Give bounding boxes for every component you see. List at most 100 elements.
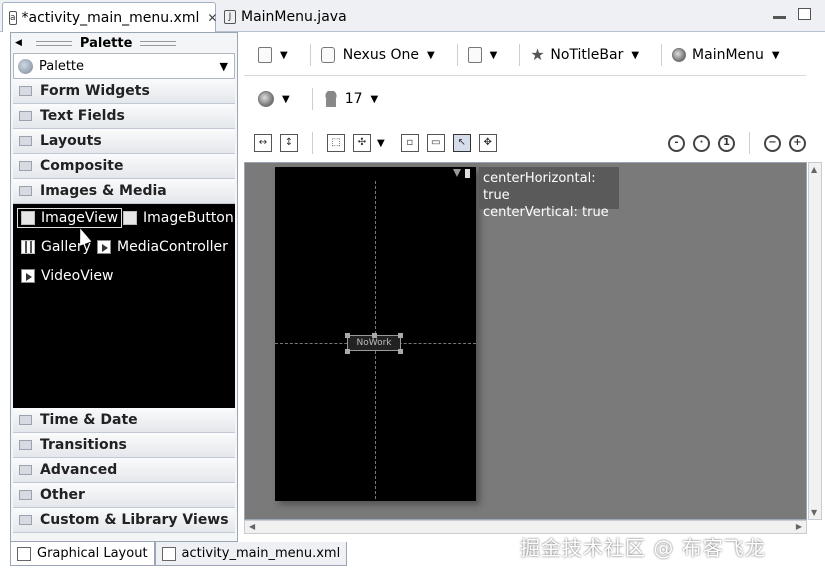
toolbar-divider [244, 75, 806, 76]
tooltip-line: centerHorizontal: true [483, 171, 596, 203]
chevron-down-icon[interactable]: ▼ [377, 138, 385, 149]
maximize-icon[interactable] [798, 8, 811, 20]
category-other[interactable]: Other [13, 483, 235, 508]
zoom-out-icon[interactable]: − [764, 134, 781, 152]
category-layouts[interactable]: Layouts [13, 129, 235, 154]
grip-icon[interactable] [35, 40, 72, 46]
widget-imageview[interactable]: ImageView [17, 208, 123, 228]
imagebutton-icon [123, 211, 137, 225]
category-advanced[interactable]: Advanced [13, 458, 235, 483]
images-media-widget-list: ImageView ImageButton Gallery MediaContr… [13, 204, 235, 408]
resize-handle[interactable] [398, 333, 403, 338]
resize-handle[interactable] [345, 333, 350, 338]
chevron-down-icon[interactable]: ▼ [282, 94, 290, 105]
show-layout-icon[interactable]: ▫ [400, 134, 419, 152]
status-bar [453, 169, 470, 178]
margins-icon[interactable]: ⬚ [327, 134, 345, 152]
separator [749, 132, 750, 154]
widget-label: ImageView [41, 210, 119, 226]
palette-selector-label: Palette [39, 58, 85, 74]
palette-selector[interactable]: Palette ▼ [13, 53, 235, 79]
separator [309, 44, 311, 66]
tab-mainmenu-java[interactable]: J MainMenu.java [218, 2, 388, 32]
chevron-down-icon[interactable]: ▼ [427, 50, 435, 61]
gravity-icon[interactable]: ✣ [353, 134, 371, 152]
category-images-media[interactable]: Images & Media [13, 179, 235, 204]
zoom-fit-icon[interactable]: - [668, 134, 685, 152]
separator [311, 88, 313, 110]
vertical-scrollbar[interactable]: ▲ ▼ [808, 162, 822, 520]
device-preview[interactable]: NoWork [275, 167, 476, 501]
activity-icon [672, 48, 687, 62]
tab-label: *activity_main_menu.xml [21, 9, 200, 26]
device-label[interactable]: Nexus One [343, 47, 419, 63]
widget-label: VideoView [41, 268, 114, 284]
resize-handle[interactable] [345, 349, 350, 354]
category-label: Layouts [40, 133, 102, 149]
move-icon[interactable]: ✥ [478, 134, 497, 152]
activity-label[interactable]: MainMenu [692, 47, 764, 63]
widget-mediacontroller[interactable]: MediaController [97, 239, 228, 255]
chevron-down-icon[interactable]: ▼ [631, 50, 639, 61]
fill-width-icon[interactable]: ↔ [254, 134, 272, 152]
close-icon[interactable]: ✕ [207, 11, 217, 25]
category-text-fields[interactable]: Text Fields [13, 104, 235, 129]
align-icon[interactable]: ▭ [426, 134, 445, 152]
api-level-label[interactable]: 17 [345, 91, 363, 107]
snap-icon[interactable]: ↖ [452, 134, 471, 152]
chevron-down-icon[interactable]: ▼ [220, 60, 228, 73]
star-icon: ★ [530, 45, 545, 64]
palette-icon [18, 58, 33, 74]
widget-videoview[interactable]: VideoView [21, 268, 113, 284]
drop-position-tooltip: centerHorizontal: true centerVertical: t… [479, 167, 619, 220]
scroll-up-icon[interactable]: ▲ [811, 165, 817, 174]
chevron-down-icon[interactable]: ▼ [772, 50, 780, 61]
config-file-icon[interactable] [258, 47, 272, 63]
chevron-down-icon[interactable]: ▼ [490, 50, 498, 61]
orientation-icon[interactable] [467, 47, 482, 63]
folder-icon [19, 86, 32, 96]
category-label: Other [40, 487, 85, 503]
collapse-arrow-icon[interactable]: ◀ [15, 38, 22, 48]
separator [312, 132, 313, 154]
chevron-down-icon[interactable]: ▼ [280, 50, 288, 61]
zoom-toolbar: - · 1 − + [664, 128, 810, 158]
android-icon [322, 91, 339, 107]
zoom-100-icon[interactable]: 1 [718, 134, 735, 152]
scroll-right-icon[interactable]: ▶ [796, 522, 802, 531]
layout-actions-toolbar: ↔ ↕ ⬚ ✣ ▼ ▫ ▭ ↖ ✥ [250, 128, 501, 158]
battery-icon [465, 169, 470, 178]
zoom-real-size-icon[interactable]: · [693, 134, 710, 152]
globe-icon[interactable] [258, 91, 274, 107]
category-time-date[interactable]: Time & Date [13, 408, 235, 433]
folder-icon [19, 515, 32, 525]
tab-graphical-layout[interactable]: Graphical Layout [10, 542, 155, 566]
editor-mode-tabs: Graphical Layout activity_main_menu.xml [10, 542, 348, 566]
category-form-widgets[interactable]: Form Widgets [13, 79, 235, 104]
grip-icon[interactable] [140, 40, 177, 46]
tab-activity-main-menu-xml[interactable]: a *activity_main_menu.xml ✕ [2, 2, 217, 32]
separator [519, 44, 521, 66]
chevron-down-icon[interactable]: ▼ [371, 94, 379, 105]
category-label: Text Fields [40, 108, 125, 124]
locale-toolbar: ▼ 17 ▼ [258, 84, 390, 114]
theme-label[interactable]: NoTitleBar [550, 47, 623, 63]
xml-file-icon: a [9, 10, 17, 25]
category-composite[interactable]: Composite [13, 154, 235, 179]
zoom-in-icon[interactable]: + [789, 134, 806, 152]
category-custom-library-views[interactable]: Custom & Library Views [13, 508, 235, 533]
layout-canvas[interactable]: NoWork centerHorizontal: true centerVert… [244, 162, 807, 520]
xml-file-icon [161, 546, 176, 561]
scroll-left-icon[interactable]: ◀ [249, 522, 255, 531]
category-label: Custom & Library Views [40, 512, 229, 528]
category-transitions[interactable]: Transitions [13, 433, 235, 458]
minimize-icon[interactable] [773, 16, 786, 19]
tab-xml-source[interactable]: activity_main_menu.xml [154, 542, 348, 566]
tab-label: Graphical Layout [37, 546, 148, 561]
fill-height-icon[interactable]: ↕ [280, 134, 298, 152]
palette-title: Palette [79, 35, 133, 51]
resize-handle[interactable] [372, 333, 377, 338]
widget-imagebutton[interactable]: ImageButton [123, 210, 234, 226]
scroll-down-icon[interactable]: ▼ [811, 508, 817, 517]
resize-handle[interactable] [398, 349, 403, 354]
